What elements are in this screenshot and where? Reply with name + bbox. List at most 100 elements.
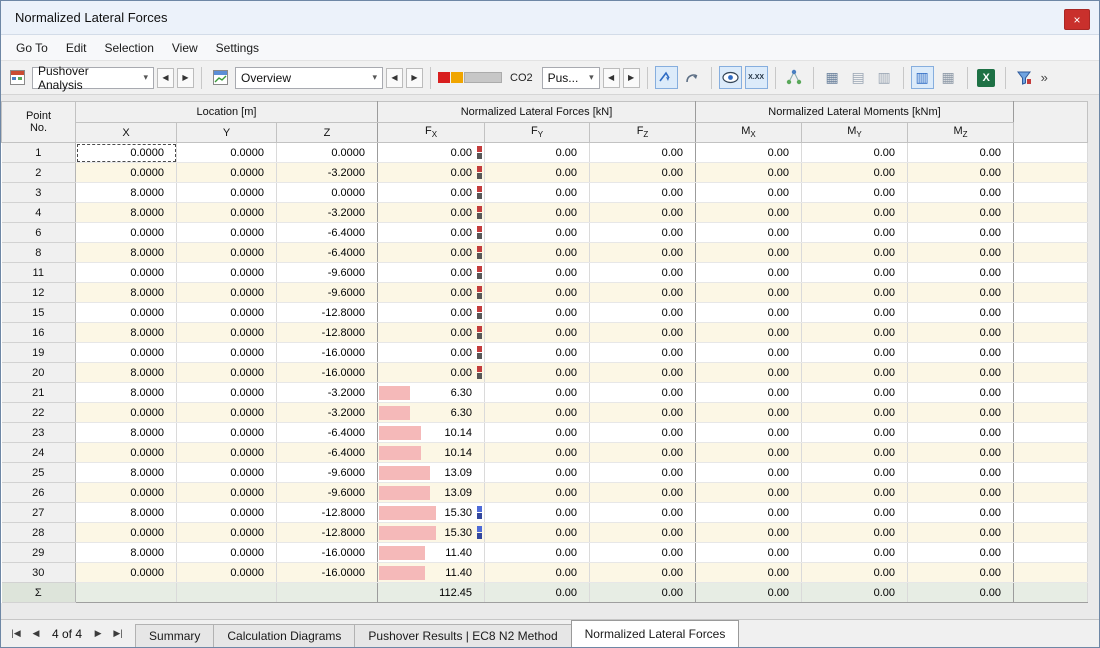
- cell-y[interactable]: 0.0000: [177, 463, 277, 483]
- cell-mz[interactable]: 0.00: [908, 203, 1014, 223]
- cell-my[interactable]: 0.00: [802, 483, 908, 503]
- row-number[interactable]: 2: [2, 163, 76, 183]
- cell-mx[interactable]: 0.00: [696, 543, 802, 563]
- cell-extra[interactable]: [1014, 463, 1088, 483]
- cell-fx[interactable]: 0.00: [378, 323, 485, 343]
- cell-my[interactable]: 0.00: [802, 183, 908, 203]
- cell-fy[interactable]: 0.00: [485, 403, 590, 423]
- column-header-fx[interactable]: FX: [378, 123, 485, 143]
- view-prev-button[interactable]: ◀: [386, 68, 403, 88]
- cell-z[interactable]: -9.6000: [277, 463, 378, 483]
- cell-fz[interactable]: 0.00: [590, 583, 696, 603]
- cell-my[interactable]: 0.00: [802, 163, 908, 183]
- cell-fy[interactable]: 0.00: [485, 503, 590, 523]
- cell-y[interactable]: 0.0000: [177, 143, 277, 163]
- cell-z[interactable]: -12.8000: [277, 323, 378, 343]
- cell-y[interactable]: 0.0000: [177, 363, 277, 383]
- cell-fy[interactable]: 0.00: [485, 223, 590, 243]
- cell-fy[interactable]: 0.00: [485, 203, 590, 223]
- cell-y[interactable]: 0.0000: [177, 183, 277, 203]
- cell-fx[interactable]: 13.09: [378, 463, 485, 483]
- cell-extra[interactable]: [1014, 303, 1088, 323]
- cell-extra[interactable]: [1014, 563, 1088, 583]
- cell-mz[interactable]: 0.00: [908, 423, 1014, 443]
- cell-fx[interactable]: 0.00: [378, 143, 485, 163]
- cell-fx[interactable]: 112.45: [378, 583, 485, 603]
- cell-y[interactable]: 0.0000: [177, 563, 277, 583]
- cell-fx[interactable]: 0.00: [378, 163, 485, 183]
- cell-my[interactable]: 0.00: [802, 343, 908, 363]
- cell-y[interactable]: 0.0000: [177, 523, 277, 543]
- row-number[interactable]: 30: [2, 563, 76, 583]
- menu-goto[interactable]: Go To: [7, 37, 57, 59]
- grid-icon[interactable]: ▦: [937, 66, 960, 89]
- cell-extra[interactable]: [1014, 443, 1088, 463]
- cell-y[interactable]: 0.0000: [177, 343, 277, 363]
- cell-z[interactable]: -9.6000: [277, 263, 378, 283]
- first-table-button[interactable]: |◀: [7, 624, 25, 644]
- menu-view[interactable]: View: [163, 37, 207, 59]
- cell-y[interactable]: 0.0000: [177, 483, 277, 503]
- cell-my[interactable]: 0.00: [802, 463, 908, 483]
- cell-x[interactable]: 0.0000: [76, 303, 177, 323]
- cell-extra[interactable]: [1014, 403, 1088, 423]
- column-header-z[interactable]: Z: [277, 123, 378, 143]
- column-header-y[interactable]: Y: [177, 123, 277, 143]
- cell-mz[interactable]: 0.00: [908, 383, 1014, 403]
- tab-summary[interactable]: Summary: [135, 624, 214, 647]
- cell-mx[interactable]: 0.00: [696, 263, 802, 283]
- cell-fz[interactable]: 0.00: [590, 163, 696, 183]
- cell-y[interactable]: 0.0000: [177, 543, 277, 563]
- row-number[interactable]: 15: [2, 303, 76, 323]
- cell-mz[interactable]: 0.00: [908, 263, 1014, 283]
- cell-fy[interactable]: 0.00: [485, 303, 590, 323]
- cell-extra[interactable]: [1014, 183, 1088, 203]
- cell-x[interactable]: 0.0000: [76, 223, 177, 243]
- row-number[interactable]: 11: [2, 263, 76, 283]
- menu-settings[interactable]: Settings: [207, 37, 268, 59]
- cell-my[interactable]: 0.00: [802, 143, 908, 163]
- cell-mx[interactable]: 0.00: [696, 143, 802, 163]
- cell-my[interactable]: 0.00: [802, 323, 908, 343]
- cell-x[interactable]: [76, 583, 177, 603]
- cell-fz[interactable]: 0.00: [590, 483, 696, 503]
- cell-mx[interactable]: 0.00: [696, 283, 802, 303]
- cell-y[interactable]: 0.0000: [177, 163, 277, 183]
- cell-fx[interactable]: 0.00: [378, 283, 485, 303]
- cell-z[interactable]: -3.2000: [277, 203, 378, 223]
- cell-z[interactable]: -12.8000: [277, 523, 378, 543]
- cell-z[interactable]: -6.4000: [277, 223, 378, 243]
- cell-extra[interactable]: [1014, 543, 1088, 563]
- cell-extra[interactable]: [1014, 283, 1088, 303]
- cell-my[interactable]: 0.00: [802, 403, 908, 423]
- cell-x[interactable]: 0.0000: [76, 483, 177, 503]
- view-select[interactable]: Overview ▾: [235, 67, 383, 89]
- cell-fz[interactable]: 0.00: [590, 563, 696, 583]
- cell-y[interactable]: 0.0000: [177, 423, 277, 443]
- row-number[interactable]: 24: [2, 443, 76, 463]
- cell-extra[interactable]: [1014, 423, 1088, 443]
- row-number[interactable]: 22: [2, 403, 76, 423]
- more-tools-button[interactable]: »: [1041, 70, 1048, 85]
- cell-x[interactable]: 8.0000: [76, 363, 177, 383]
- show-values-icon[interactable]: [719, 66, 742, 89]
- cell-mx[interactable]: 0.00: [696, 383, 802, 403]
- cell-fz[interactable]: 0.00: [590, 523, 696, 543]
- cell-my[interactable]: 0.00: [802, 563, 908, 583]
- cell-mx[interactable]: 0.00: [696, 343, 802, 363]
- filter-icon[interactable]: [1013, 66, 1036, 89]
- cell-extra[interactable]: [1014, 243, 1088, 263]
- cell-x[interactable]: 8.0000: [76, 243, 177, 263]
- cell-fz[interactable]: 0.00: [590, 463, 696, 483]
- cell-mz[interactable]: 0.00: [908, 323, 1014, 343]
- cell-z[interactable]: -12.8000: [277, 503, 378, 523]
- cell-z[interactable]: 0.0000: [277, 183, 378, 203]
- cell-my[interactable]: 0.00: [802, 443, 908, 463]
- cell-z[interactable]: -16.0000: [277, 343, 378, 363]
- analysis-next-button[interactable]: ▶: [177, 68, 194, 88]
- cell-fy[interactable]: 0.00: [485, 243, 590, 263]
- row-number[interactable]: 27: [2, 503, 76, 523]
- table-add-icon[interactable]: ▤: [847, 66, 870, 89]
- cell-mx[interactable]: 0.00: [696, 423, 802, 443]
- cell-mx[interactable]: 0.00: [696, 443, 802, 463]
